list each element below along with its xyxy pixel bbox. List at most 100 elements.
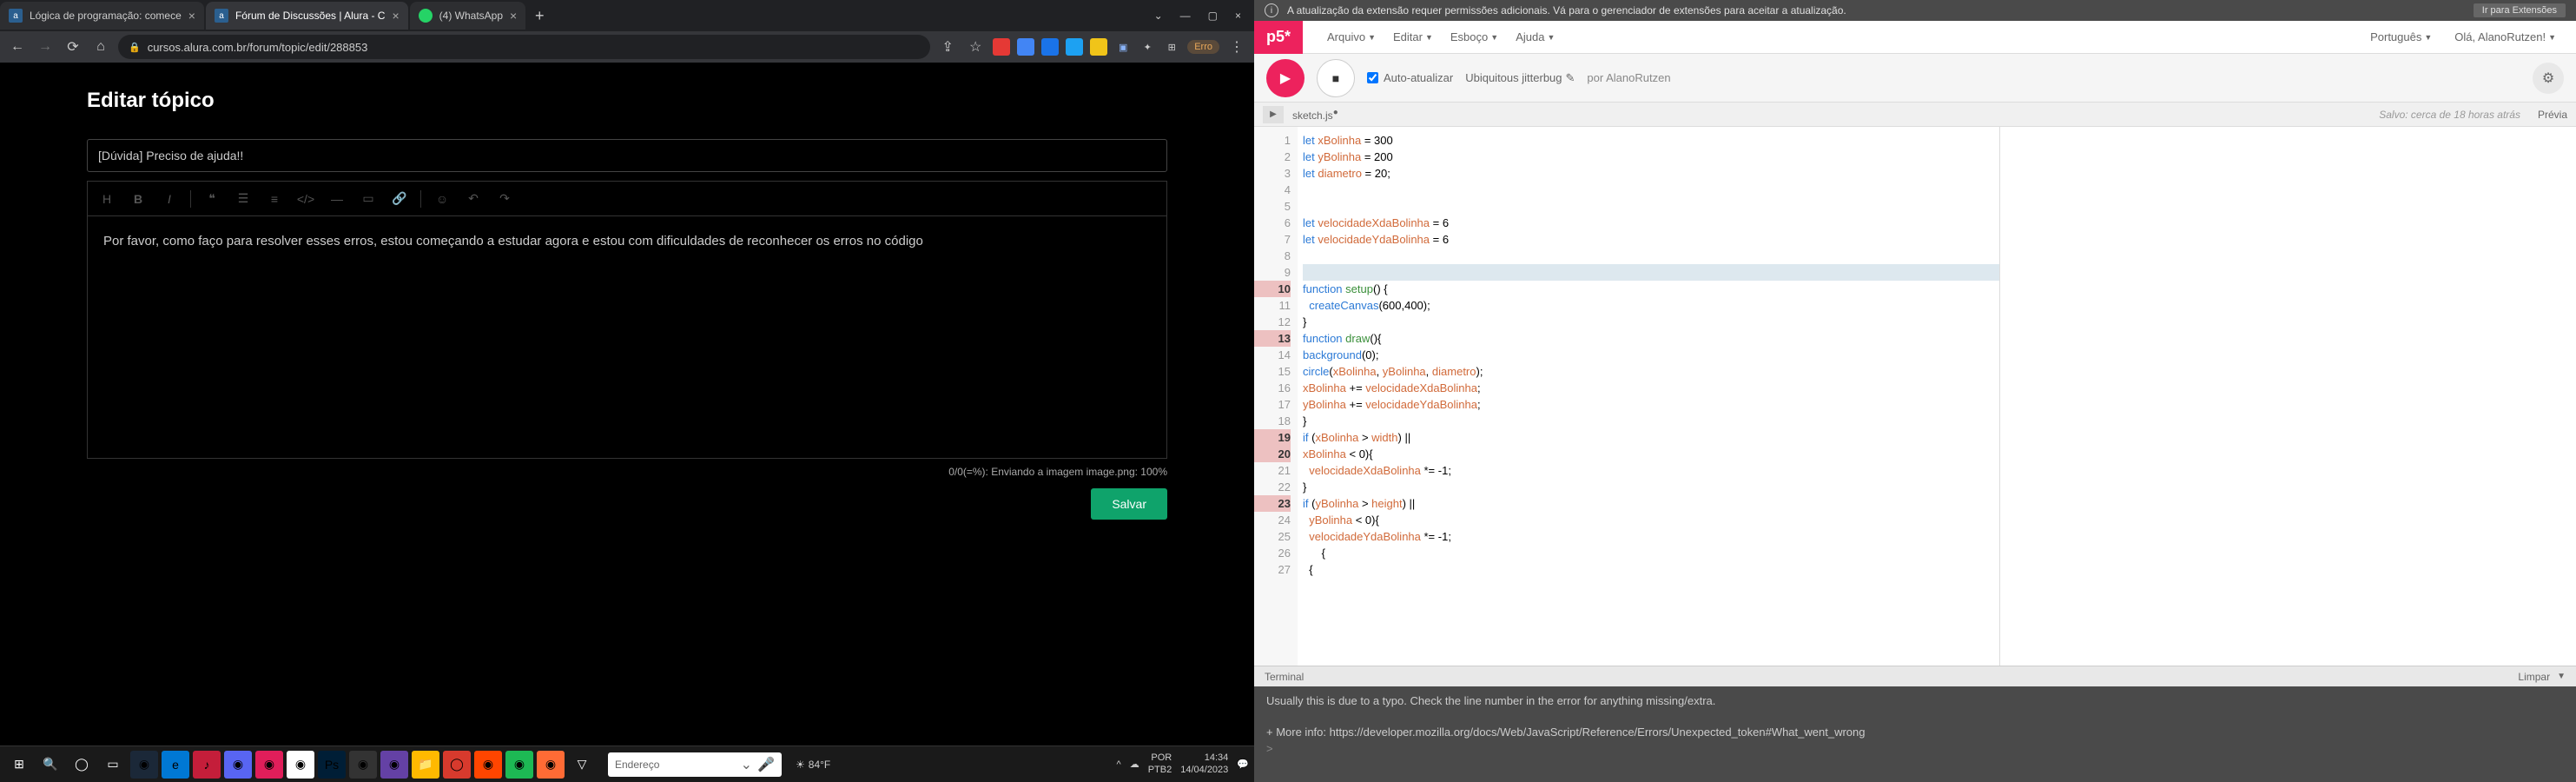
mic-icon[interactable]: 🎤 [757, 756, 775, 773]
close-icon[interactable]: × [510, 9, 517, 23]
cast-icon[interactable]: ▣ [1114, 38, 1132, 56]
clock[interactable]: 14:34 14/04/2023 [1180, 752, 1228, 775]
clear-button[interactable]: Limpar [2518, 671, 2550, 683]
tray-expand-icon[interactable]: ▽ [568, 751, 596, 779]
menu-esboco[interactable]: Esboço▼ [1443, 27, 1505, 47]
stop-button[interactable]: ■ [1317, 59, 1355, 97]
user-menu[interactable]: Olá, AlanoRutzen!▼ [2447, 27, 2563, 47]
play-button[interactable]: ▶ [1266, 59, 1305, 97]
preview-pane [1999, 127, 2576, 666]
maximize-icon[interactable]: ▢ [1208, 10, 1218, 22]
extension-notice: i A atualização da extensão requer permi… [1254, 0, 2576, 21]
pencil-icon[interactable]: ✎ [1566, 71, 1575, 85]
error-badge[interactable]: Erro [1187, 40, 1219, 54]
link-icon[interactable]: 🔗 [389, 189, 410, 209]
close-icon[interactable]: × [188, 9, 195, 23]
search-icon[interactable]: 🔍 [36, 751, 64, 779]
onedrive-icon[interactable]: ☁ [1130, 759, 1139, 770]
close-icon[interactable]: × [392, 9, 399, 23]
discord-icon[interactable]: ◉ [224, 751, 252, 779]
forward-button[interactable]: → [35, 36, 56, 57]
auto-refresh-toggle[interactable]: Auto-atualizar [1367, 71, 1453, 84]
grid-icon[interactable]: ⊞ [1163, 38, 1180, 56]
quote-icon[interactable]: ❝ [201, 189, 222, 209]
menu-editar[interactable]: Editar▼ [1386, 27, 1440, 47]
save-button[interactable]: Salvar [1091, 488, 1167, 520]
notifications-icon[interactable]: 💬 [1237, 759, 1249, 770]
heading-icon[interactable]: H [96, 189, 117, 209]
taskbar-search[interactable]: Endereço ⌄ 🎤 [608, 752, 782, 777]
undo-icon[interactable]: ↶ [463, 189, 484, 209]
puzzle-icon[interactable]: ✦ [1139, 38, 1156, 56]
photoshop-icon[interactable]: Ps [318, 751, 346, 779]
chevron-down-icon[interactable]: ▼ [2557, 672, 2566, 681]
browser-tab[interactable]: aLógica de programação: comece× [0, 2, 204, 30]
list-ul-icon[interactable]: ☰ [233, 189, 254, 209]
goto-extensions-button[interactable]: Ir para Extensões [2474, 3, 2566, 17]
menu-ajuda[interactable]: Ajuda▼ [1509, 27, 1562, 47]
url-input[interactable]: 🔒 cursos.alura.com.br/forum/topic/edit/2… [118, 35, 930, 59]
star-icon[interactable]: ☆ [965, 36, 986, 57]
code-editor[interactable]: let xBolinha = 300let yBolinha = 200let … [1298, 127, 1999, 666]
code-icon[interactable]: </> [295, 189, 316, 209]
spotify-icon[interactable]: ◉ [505, 751, 533, 779]
app-icon[interactable]: ◉ [255, 751, 283, 779]
weather-widget[interactable]: ☀ 84°F [796, 759, 830, 771]
app-icon[interactable]: ◉ [537, 751, 565, 779]
language-selector[interactable]: Português▼ [2363, 27, 2439, 47]
redo-icon[interactable]: ↷ [494, 189, 515, 209]
new-tab-button[interactable]: + [527, 3, 552, 28]
app-icon[interactable]: ♪ [193, 751, 221, 779]
extension-icon[interactable] [1090, 38, 1107, 56]
widgets-icon[interactable]: ▭ [99, 751, 127, 779]
language-indicator[interactable]: POR PTB2 [1148, 752, 1172, 775]
steam-icon[interactable]: ◉ [130, 751, 158, 779]
menu-right: Português▼ Olá, AlanoRutzen!▼ [2363, 27, 2576, 47]
file-name[interactable]: sketch.js● [1292, 108, 1338, 122]
taskview-icon[interactable]: ◯ [68, 751, 96, 779]
caret-icon: ▼ [2424, 33, 2432, 42]
home-button[interactable]: ⌂ [90, 36, 111, 57]
emoji-icon[interactable]: ☺ [432, 189, 452, 209]
list-ol-icon[interactable]: ≡ [264, 189, 285, 209]
auto-refresh-checkbox[interactable] [1367, 72, 1378, 83]
chrome-icon[interactable]: ◉ [287, 751, 314, 779]
sketch-name[interactable]: Ubiquitous jitterbug ✎ [1465, 71, 1575, 85]
start-button[interactable]: ⊞ [5, 751, 33, 779]
minimize-icon[interactable]: — [1180, 10, 1191, 22]
close-window-icon[interactable]: × [1235, 10, 1241, 22]
extension-icon[interactable] [1017, 38, 1034, 56]
editor-textarea[interactable]: Por favor, como faço para resolver esses… [87, 215, 1167, 459]
menu-arquivo[interactable]: Arquivo▼ [1320, 27, 1383, 47]
app-icon[interactable]: ◉ [380, 751, 408, 779]
app-icon[interactable]: ◉ [474, 751, 502, 779]
topic-title-input[interactable] [87, 139, 1167, 172]
image-icon[interactable]: ▭ [358, 189, 379, 209]
obs-icon[interactable]: ◉ [349, 751, 377, 779]
terminal-output[interactable]: Usually this is due to a typo. Check the… [1254, 686, 2576, 782]
browser-tab[interactable]: aFórum de Discussões | Alura - C× [206, 2, 408, 30]
sketch-author: por AlanoRutzen [1587, 71, 1670, 84]
extension-icon[interactable] [1041, 38, 1059, 56]
lock-icon: 🔒 [129, 42, 141, 53]
browser-tab[interactable]: (4) WhatsApp× [410, 2, 526, 30]
menu-icon[interactable]: ⋮ [1226, 36, 1247, 57]
extension-icon[interactable] [993, 38, 1010, 56]
notice-text: A atualização da extensão requer permiss… [1287, 4, 1846, 17]
app-icon[interactable]: ◯ [443, 751, 471, 779]
hr-icon[interactable]: — [327, 189, 347, 209]
tray-chevron-icon[interactable]: ^ [1117, 759, 1121, 770]
explorer-icon[interactable]: 📁 [412, 751, 439, 779]
back-button[interactable]: ← [7, 36, 28, 57]
share-icon[interactable]: ⇪ [937, 36, 958, 57]
italic-icon[interactable]: I [159, 189, 180, 209]
sidebar-toggle[interactable]: ▶ [1263, 106, 1284, 123]
p5-menubar: p5* Arquivo▼ Editar▼ Esboço▼ Ajuda▼ Port… [1254, 21, 2576, 54]
edge-icon[interactable]: e [162, 751, 189, 779]
extension-icon[interactable] [1066, 38, 1083, 56]
settings-button[interactable]: ⚙ [2533, 63, 2564, 94]
p5-logo[interactable]: p5* [1254, 21, 1303, 54]
chevron-down-icon[interactable]: ⌄ [1154, 10, 1163, 22]
reload-button[interactable]: ⟳ [63, 36, 83, 57]
bold-icon[interactable]: B [128, 189, 149, 209]
